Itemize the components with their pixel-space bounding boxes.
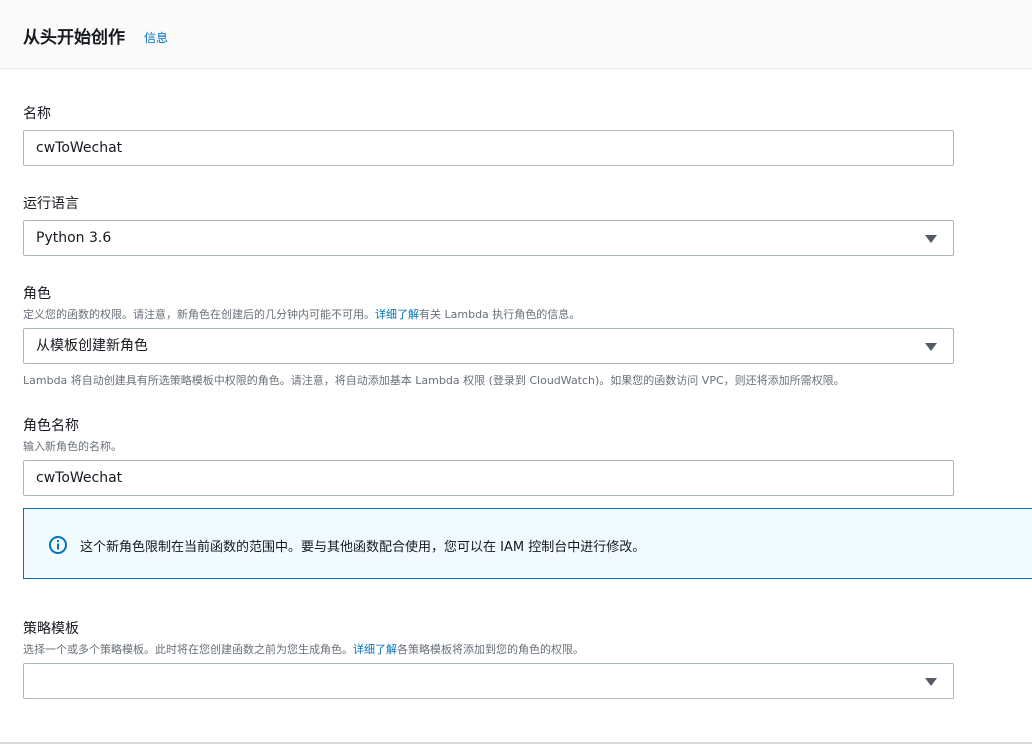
role-description: 定义您的函数的权限。请注意，新角色在创建后的几分钟内可能不可用。详细了解有关 L…	[23, 306, 580, 322]
info-alert-text: 这个新角色限制在当前函数的范围中。要与其他函数配合使用，您可以在 IAM 控制台…	[80, 540, 646, 555]
policy-templates-description-text: 选择一个或多个策略模板。此时将在您创建函数之前为您生成角色。	[23, 643, 353, 656]
info-link[interactable]: 信息	[144, 29, 168, 46]
policy-templates-description: 选择一个或多个策略模板。此时将在您创建函数之前为您生成角色。详细了解各策略模板将…	[23, 641, 584, 657]
role-description-text: 定义您的函数的权限。请注意，新角色在创建后的几分钟内可能不可用。	[23, 308, 375, 321]
runtime-label: 运行语言	[23, 196, 79, 212]
role-label: 角色	[23, 286, 51, 302]
section-header: 从头开始创作 信息	[0, 0, 1032, 69]
section-title: 从头开始创作	[23, 28, 125, 48]
info-alert: 这个新角色限制在当前函数的范围中。要与其他函数配合使用，您可以在 IAM 控制台…	[23, 508, 1032, 579]
role-name-input[interactable]	[23, 460, 954, 496]
caret-down-icon	[925, 678, 937, 686]
role-select[interactable]: 从模板创建新角色	[23, 328, 954, 364]
role-name-description: 输入新角色的名称。	[23, 440, 122, 453]
policy-templates-description-suffix: 各策略模板将添加到您的角色的权限。	[397, 643, 584, 656]
role-description-suffix: 有关 Lambda 执行角色的信息。	[419, 308, 581, 321]
caret-down-icon	[925, 343, 937, 351]
role-selected-value: 从模板创建新角色	[36, 338, 148, 354]
role-name-label: 角色名称	[23, 418, 79, 434]
runtime-select[interactable]: Python 3.6	[23, 220, 954, 256]
policy-templates-select[interactable]	[23, 663, 954, 699]
name-input[interactable]	[23, 130, 954, 166]
policy-templates-label: 策略模板	[23, 621, 79, 637]
role-help-text: Lambda 将自动创建具有所选策略模板中权限的角色。请注意，将自动添加基本 L…	[23, 374, 845, 387]
info-icon	[49, 536, 67, 554]
policy-templates-learn-more-link[interactable]: 详细了解	[353, 643, 397, 656]
role-learn-more-link[interactable]: 详细了解	[375, 308, 419, 321]
name-label: 名称	[23, 106, 51, 122]
caret-down-icon	[925, 235, 937, 243]
runtime-selected-value: Python 3.6	[36, 230, 112, 246]
